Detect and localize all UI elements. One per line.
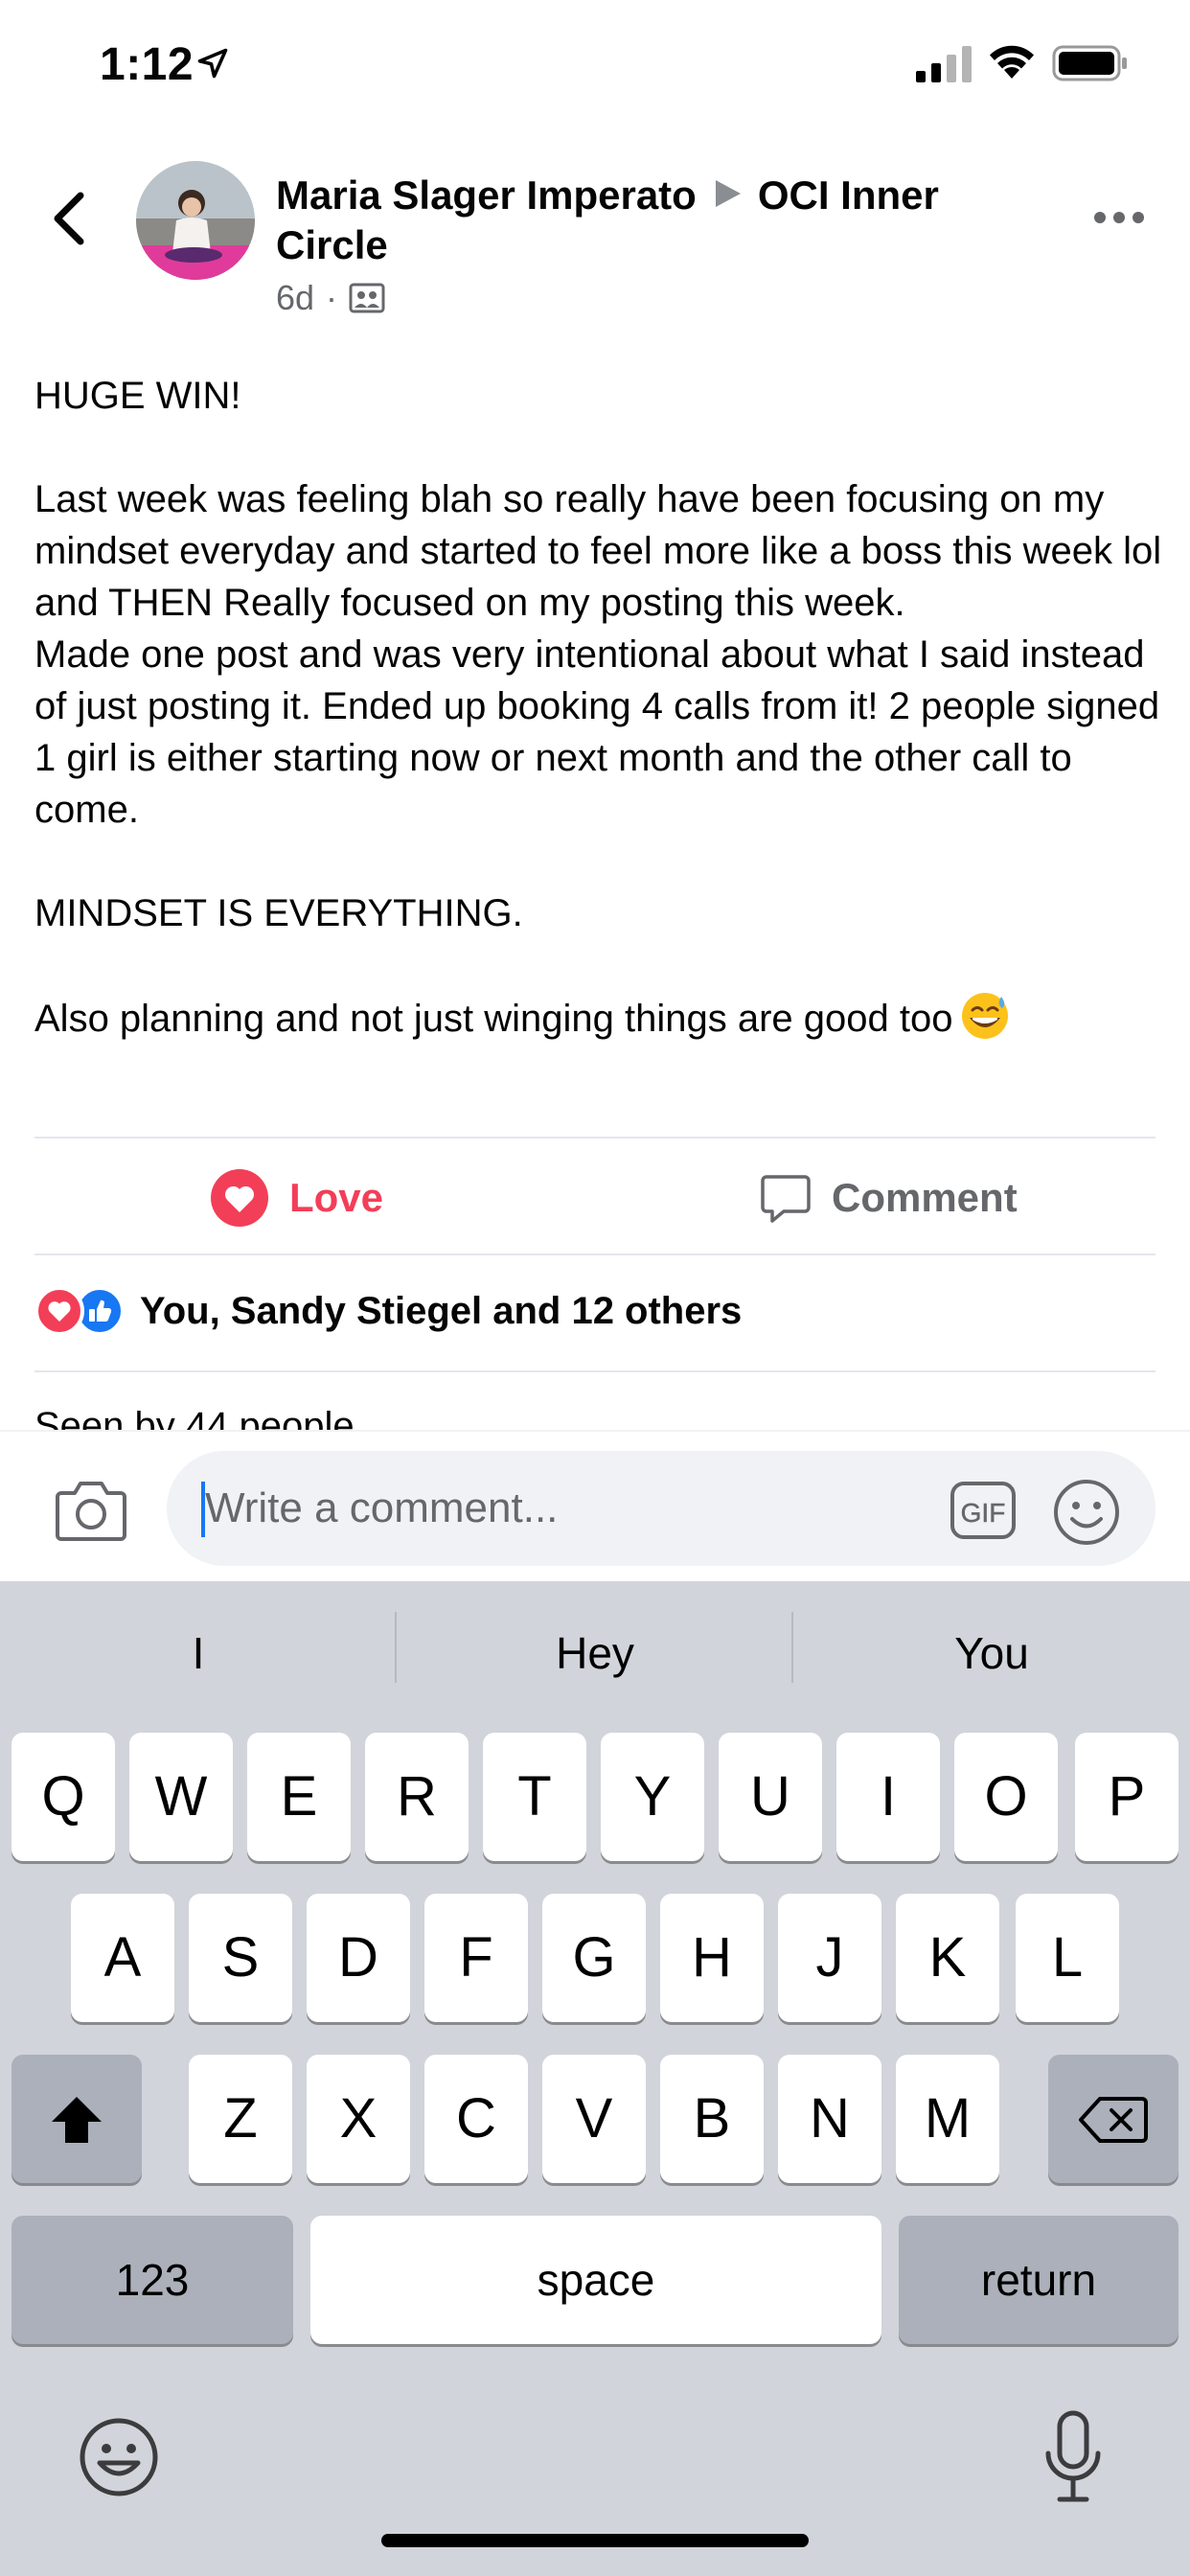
key[interactable]: Q (11, 1733, 115, 1861)
post-paragraph: Made one post and was very intentional a… (34, 633, 1160, 831)
comment-icon (761, 1175, 811, 1223)
key[interactable]: H (660, 1894, 764, 2022)
post-author-line: Maria Slager Imperato OCI Inner Circle (276, 171, 1004, 270)
comment-button[interactable]: Comment (759, 1162, 1018, 1234)
text-cursor (201, 1482, 205, 1537)
seen-by[interactable]: Seen by 44 people (34, 1401, 355, 1430)
key[interactable]: F (424, 1894, 528, 2022)
key[interactable]: Z (189, 2055, 292, 2183)
smiley-icon[interactable] (1052, 1478, 1121, 1547)
key[interactable]: V (542, 2055, 646, 2183)
post-line-with-emoji: Also planning and not just winging thing… (34, 991, 1165, 1045)
return-key[interactable]: return (899, 2216, 1179, 2344)
reactions-summary[interactable]: You, Sandy Stiegel and 12 others (34, 1286, 742, 1336)
key[interactable]: X (307, 2055, 410, 2183)
more-icon[interactable] (1092, 203, 1146, 232)
key[interactable]: P (1075, 1733, 1179, 1861)
key[interactable]: L (1016, 1894, 1119, 2022)
comment-label: Comment (832, 1175, 1018, 1220)
heart-icon (211, 1169, 268, 1227)
key[interactable]: C (424, 2055, 528, 2183)
svg-text:GIF: GIF (961, 1498, 1006, 1528)
arrow-right-icon (715, 180, 741, 207)
group-icon (349, 283, 385, 313)
author-name[interactable]: Maria Slager Imperato (276, 172, 697, 218)
key[interactable]: S (189, 1894, 292, 2022)
location-arrow-icon (197, 48, 228, 79)
key[interactable]: E (247, 1733, 351, 1861)
signal-icon (916, 46, 972, 82)
post-line: HUGE WIN! (34, 375, 241, 417)
space-key[interactable]: space (310, 2216, 881, 2344)
love-reaction-icon (34, 1286, 84, 1336)
reactions-text: You, Sandy Stiegel and 12 others (140, 1289, 743, 1332)
key[interactable]: I (836, 1733, 940, 1861)
meta-separator: · (326, 278, 338, 317)
camera-icon[interactable] (54, 1478, 128, 1543)
suggestion[interactable]: I (0, 1610, 397, 1696)
post-age[interactable]: 6d (276, 278, 314, 318)
love-button[interactable]: Love (209, 1162, 383, 1234)
key[interactable]: M (896, 2055, 999, 2183)
key[interactable]: D (307, 1894, 410, 2022)
back-icon[interactable] (46, 188, 96, 249)
numbers-key[interactable]: 123 (11, 2216, 293, 2344)
key[interactable]: R (365, 1733, 469, 1861)
key[interactable]: B (660, 2055, 764, 2183)
home-indicator[interactable] (381, 2534, 809, 2547)
suggestion[interactable]: You (793, 1610, 1190, 1696)
comment-bar: GIF (0, 1430, 1190, 1581)
key[interactable]: K (896, 1894, 999, 2022)
delete-key[interactable] (1048, 2055, 1179, 2183)
emoji-keyboard-icon[interactable] (77, 2415, 161, 2499)
post-line: Also planning and not just winging thing… (34, 998, 953, 1040)
shift-icon (52, 2097, 102, 2143)
microphone-icon[interactable] (1042, 2409, 1104, 2505)
divider (34, 1137, 1156, 1138)
keyboard: I Hey You Q W E R T Y U I O P A S D F G … (0, 1581, 1190, 2576)
battery-icon (1052, 45, 1127, 81)
suggestion[interactable]: Hey (397, 1610, 793, 1696)
status-bar: 1:12 (0, 0, 1190, 129)
post-text: HUGE WIN! Last week was feeling blah so … (34, 370, 1165, 1045)
reaction-icons (34, 1286, 130, 1336)
key[interactable]: U (719, 1733, 822, 1861)
love-label: Love (289, 1175, 384, 1220)
key[interactable]: Y (601, 1733, 704, 1861)
suggestion-bar: I Hey You (0, 1581, 1190, 1725)
divider (34, 1254, 1156, 1255)
divider (34, 1370, 1156, 1372)
avatar[interactable] (136, 161, 255, 280)
wifi-icon (990, 45, 1034, 79)
gif-icon[interactable]: GIF (949, 1478, 1018, 1543)
key[interactable]: W (129, 1733, 233, 1861)
grinning-sweat-emoji-icon (962, 993, 1009, 1039)
shift-key[interactable] (11, 2055, 142, 2183)
status-time: 1:12 (100, 39, 195, 90)
key[interactable]: T (483, 1733, 586, 1861)
key[interactable]: G (542, 1894, 646, 2022)
key[interactable]: N (778, 2055, 881, 2183)
post-meta: 6d · (276, 278, 385, 318)
key[interactable]: A (71, 1894, 174, 2022)
key[interactable]: J (778, 1894, 881, 2022)
key[interactable]: O (954, 1733, 1058, 1861)
delete-icon (1079, 2097, 1148, 2143)
post-line: MINDSET IS EVERYTHING. (34, 892, 523, 934)
post-paragraph: Last week was feeling blah so really hav… (34, 478, 1162, 624)
